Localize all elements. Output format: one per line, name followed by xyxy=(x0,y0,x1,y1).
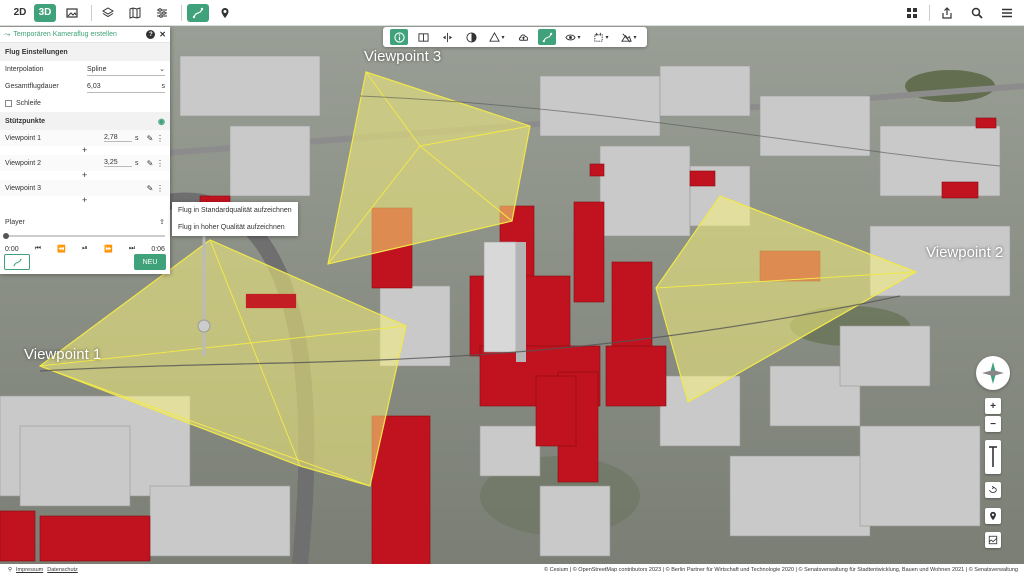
flight-path-icon[interactable] xyxy=(538,29,556,45)
interpolation-select[interactable]: Spline ⌄ xyxy=(87,64,165,76)
user-pin-icon: ⚲ xyxy=(8,567,13,573)
viewpoint-duration-input[interactable]: 2,78 xyxy=(104,134,132,142)
player-label: Player xyxy=(5,218,25,226)
pencil-icon[interactable]: ✎ xyxy=(145,184,155,193)
toolbar-divider xyxy=(181,4,182,21)
duration-label: Gesamtflugdauer xyxy=(5,83,59,90)
viewpoint-name: Viewpoint 3 xyxy=(5,184,42,192)
map-toolbar: ▾ ▾ ▾ ▾ xyxy=(383,27,647,47)
clipping-box-icon[interactable]: ▾ xyxy=(590,29,612,45)
zoom-in-button[interactable]: + xyxy=(985,398,1001,414)
viewpoint-label: Viewpoint 2 xyxy=(926,244,1004,261)
more-vertical-icon[interactable]: ⋮ xyxy=(155,184,165,193)
map-fold-icon[interactable] xyxy=(124,4,146,22)
search-icon[interactable] xyxy=(966,4,988,22)
more-vertical-icon[interactable]: ⋮ xyxy=(155,159,165,168)
viewpoint-label: Viewpoint 3 xyxy=(364,48,442,65)
player-row: Player ⇪ xyxy=(0,211,170,233)
toolbar-divider xyxy=(91,4,92,21)
layers-icon[interactable] xyxy=(97,4,119,22)
grid-icon[interactable] xyxy=(901,4,923,22)
user-marker-icon[interactable] xyxy=(214,4,236,22)
add-waypoint-button[interactable]: + xyxy=(0,196,170,205)
viewpoint-duration-unit: s xyxy=(135,134,139,142)
viewpoint-name: Viewpoint 1 xyxy=(5,134,42,142)
duration-input[interactable]: 6,03 s xyxy=(87,81,165,93)
sliders-icon[interactable] xyxy=(151,4,173,22)
compass-icon[interactable] xyxy=(976,356,1010,390)
cloud-upload-icon[interactable] xyxy=(514,29,532,45)
viewpoint-duration-unit: s xyxy=(135,159,139,167)
list-item: Viewpoint 2 3,25 s ✎ ⋮ xyxy=(0,155,170,171)
measure-icon[interactable]: ▾ xyxy=(486,29,508,45)
top-toolbar: 2D 3D xyxy=(0,0,1024,26)
record-icon[interactable]: ⇪ xyxy=(159,218,165,226)
help-icon[interactable]: ? xyxy=(146,30,156,39)
footer: ⚲ Impressum Datenschutz © Cesium | © Ope… xyxy=(0,564,1024,576)
shadow-icon[interactable] xyxy=(462,29,480,45)
overview-map-icon[interactable] xyxy=(985,532,1001,548)
panel-header: ⤳ Temporären Kameraflug erstellen ? ✕ xyxy=(0,27,170,43)
add-waypoint-button[interactable]: + xyxy=(0,171,170,180)
panel-title: Temporären Kameraflug erstellen xyxy=(13,31,117,38)
panel-footer: NEU xyxy=(0,250,170,274)
player-timeline-slider[interactable] xyxy=(3,233,165,239)
interpolation-row: Interpolation Spline ⌄ xyxy=(0,61,170,78)
tilt-slider-icon[interactable] xyxy=(985,440,1001,474)
interpolation-label: Interpolation xyxy=(5,66,44,73)
menu-icon[interactable] xyxy=(996,4,1018,22)
loop-label: Schleife xyxy=(16,100,41,107)
waypoints-title: Stützpunkte xyxy=(5,117,46,125)
more-vertical-icon[interactable]: ⋮ xyxy=(155,134,165,143)
flight-path-icon[interactable] xyxy=(187,3,209,22)
split-view-icon[interactable] xyxy=(414,29,432,45)
swipe-icon[interactable] xyxy=(438,29,456,45)
flight-path-icon: ⤳ xyxy=(4,29,11,39)
close-icon[interactable]: ✕ xyxy=(159,30,166,39)
attribution-text: © Cesium | © OpenStreetMap contributors … xyxy=(544,567,1018,573)
toolbar-divider xyxy=(929,5,930,21)
interpolation-value: Spline xyxy=(87,65,107,73)
loop-checkbox[interactable] xyxy=(5,100,12,107)
chevron-down-icon: ⌄ xyxy=(159,66,165,73)
2d-mode-button[interactable]: 2D xyxy=(10,4,30,22)
rotate-view-icon[interactable] xyxy=(985,482,1001,498)
pencil-icon[interactable]: ✎ xyxy=(145,159,155,168)
flight-settings-button[interactable] xyxy=(4,254,30,270)
viewpoint-duration-input[interactable]: 3,25 xyxy=(104,159,132,167)
section-flight-settings: Flug Einstellungen xyxy=(0,43,170,61)
record-high-quality-item[interactable]: Flug in hoher Qualität aufzeichnen xyxy=(172,219,298,236)
section-waypoints: Stützpunkte ◉ xyxy=(0,112,170,130)
info-icon[interactable] xyxy=(390,29,408,45)
camera-flight-panel: ⤳ Temporären Kameraflug erstellen ? ✕ Fl… xyxy=(0,27,170,274)
location-pin-icon[interactable] xyxy=(985,508,1001,524)
transparent-terrain-icon[interactable]: ▾ xyxy=(618,29,640,45)
eye-icon[interactable]: ◉ xyxy=(158,117,165,126)
list-item: Viewpoint 3 ✎ ⋮ xyxy=(0,180,170,196)
viewpoint-label: Viewpoint 1 xyxy=(24,346,102,363)
eye-icon[interactable]: ▾ xyxy=(562,29,584,45)
record-standard-quality-item[interactable]: Flug in Standardqualität aufzeichnen xyxy=(172,202,298,219)
duration-row: Gesamtflugdauer 6,03 s xyxy=(0,78,170,95)
loop-row: Schleife xyxy=(0,95,170,112)
image-icon[interactable] xyxy=(61,4,83,22)
duration-unit: s xyxy=(161,82,166,90)
zoom-out-button[interactable]: − xyxy=(985,416,1001,432)
add-waypoint-button[interactable]: + xyxy=(0,146,170,155)
share-icon[interactable] xyxy=(936,4,958,22)
pencil-icon[interactable]: ✎ xyxy=(145,134,155,143)
list-item: Viewpoint 1 2,78 s ✎ ⋮ xyxy=(0,130,170,146)
new-flight-button[interactable]: NEU xyxy=(134,254,166,270)
datenschutz-link[interactable]: Datenschutz xyxy=(47,567,78,573)
3d-mode-button[interactable]: 3D xyxy=(34,3,56,22)
impressum-link[interactable]: Impressum xyxy=(16,567,43,573)
record-menu: Flug in Standardqualität aufzeichnen Flu… xyxy=(172,202,298,236)
viewpoint-name: Viewpoint 2 xyxy=(5,159,42,167)
timeline-handle[interactable] xyxy=(3,233,9,239)
flight-path-icon xyxy=(12,258,22,266)
duration-value: 6,03 xyxy=(87,82,101,90)
